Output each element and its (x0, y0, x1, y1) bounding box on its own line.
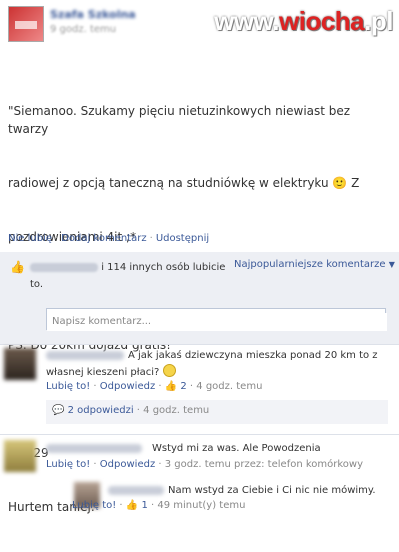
comment-input[interactable] (47, 312, 387, 331)
commenter-avatar[interactable] (4, 348, 36, 380)
smiley-icon (162, 364, 176, 377)
unlike-link[interactable]: Nie lubię (8, 233, 52, 244)
reply-bubble-icon: 💬 (52, 405, 65, 416)
post-line: radiowej z opcją taneczną na studniówkę … (8, 176, 360, 190)
reply-text: Nam wstyd za Ciebie i Ci nic nie mówimy. (168, 485, 376, 496)
post-header: Szafa Szkolna 9 godz. temu (8, 6, 388, 42)
comment-meta: Lubię to! · Odpowiedz · 3 godz. temu prz… (46, 459, 364, 470)
reply-link[interactable]: Odpowiedz (100, 459, 155, 470)
share-link[interactable]: Udostępnij (156, 233, 209, 244)
page-avatar[interactable] (8, 6, 44, 42)
thumbs-up-icon: 👍 (125, 500, 139, 511)
chevron-down-icon: ▼ (388, 260, 395, 269)
divider (0, 434, 399, 435)
like-reply-link[interactable]: Lubię to! (72, 500, 116, 511)
commenter-avatar[interactable] (4, 440, 36, 472)
likes-summary: i 114 innych osób lubicie to. (30, 262, 226, 290)
commenter-name[interactable] (46, 443, 142, 454)
post-line: "Siemanoo. Szukamy pięciu nietuzinkowych… (8, 104, 354, 136)
add-comment-link[interactable]: Dodaj komentarz (61, 233, 146, 244)
reply-link[interactable]: Odpowiedz (100, 381, 155, 392)
reply-meta: Lubię to! · 👍 1 · 49 minut(y) temu (72, 500, 246, 511)
thumbs-up-icon: 👍 (164, 381, 178, 392)
divider (0, 344, 399, 345)
comment-meta: Lubię to! · Odpowiedz · 👍 2 · 4 godz. te… (46, 381, 263, 392)
comment-text: A jak jakaś dziewczyna mieszka ponad 20 … (128, 350, 378, 361)
blurred-names (30, 262, 98, 272)
comment-text: własnej kieszeni płaci? (46, 364, 386, 381)
comment-timestamp[interactable]: 3 godz. temu przez: telefon komórkowy (165, 459, 363, 470)
show-replies-link[interactable]: 2 odpowiedzi (68, 405, 134, 416)
page-name[interactable]: Szafa Szkolna (50, 8, 136, 21)
replies-row: 💬 2 odpowiedzi · 4 godz. temu (52, 405, 210, 416)
comment-text: Wstyd mi za was. Ale Powodzenia (152, 443, 321, 454)
like-comment-link[interactable]: Lubię to! (46, 381, 90, 392)
like-comment-link[interactable]: Lubię to! (46, 459, 90, 470)
post-actions: Nie lubię · Dodaj komentarz · Udostępnij (8, 233, 210, 244)
comment-timestamp[interactable]: 4 godz. temu (196, 381, 262, 392)
replier-name[interactable] (108, 485, 164, 496)
commenter-name[interactable] (46, 350, 124, 361)
comment-box (46, 308, 387, 331)
likes-count-link[interactable]: i 114 innych osób lubicie (101, 262, 225, 273)
reply-timestamp[interactable]: 49 minut(y) temu (157, 500, 245, 511)
thumbs-up-icon: 👍 (10, 260, 25, 274)
sort-comments-dropdown[interactable]: Najpopularniejsze komentarze ▼ (234, 259, 395, 270)
post-timestamp[interactable]: 9 godz. temu (50, 24, 116, 35)
